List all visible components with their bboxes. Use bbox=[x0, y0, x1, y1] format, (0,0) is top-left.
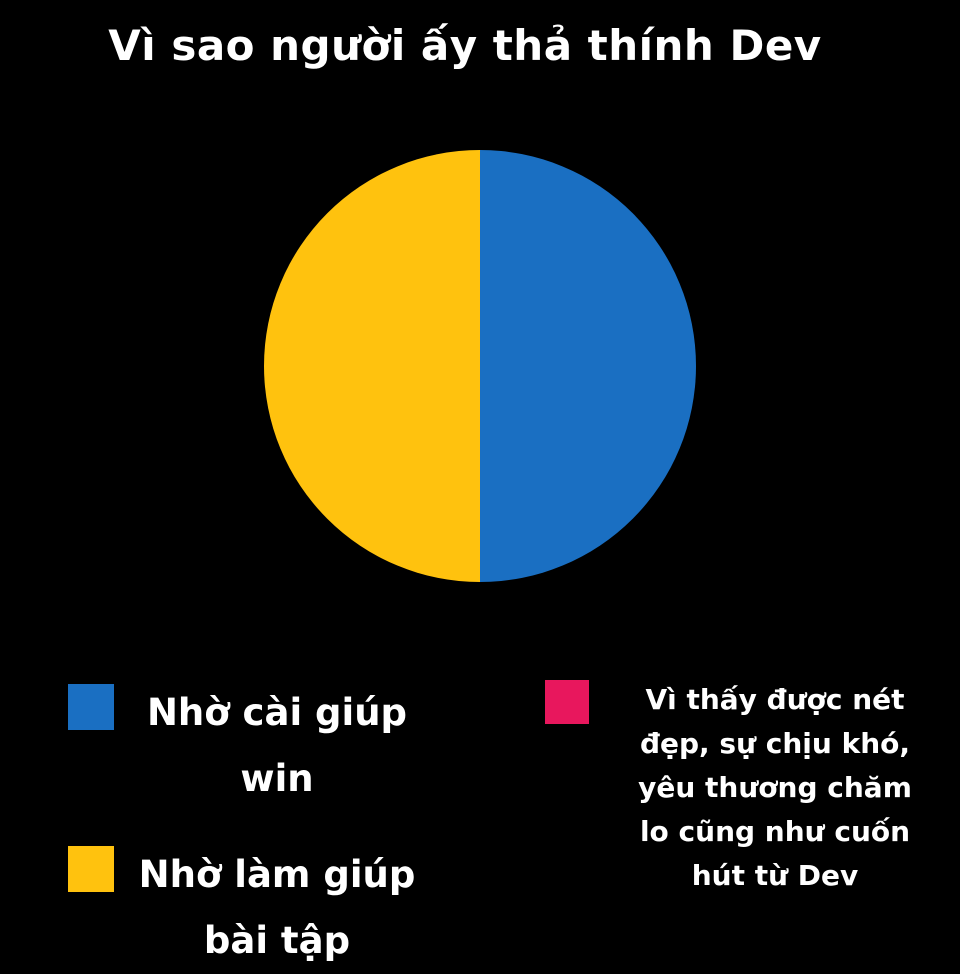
legend-label: Vì thấy được nét đẹp, sự chịu khó, yêu t… bbox=[638, 683, 912, 892]
legend-item-cai-giup-win: Nhờ cài giúp win bbox=[68, 680, 448, 800]
legend-item-net-dep-dev: Vì thấy được nét đẹp, sự chịu khó, yêu t… bbox=[545, 678, 945, 898]
legend-label: Nhờ làm giúp bài tập bbox=[138, 853, 416, 962]
pie-chart bbox=[262, 148, 698, 584]
pie-chart-svg bbox=[264, 150, 696, 582]
legend-swatch-blue bbox=[68, 684, 114, 730]
legend-label: Nhờ cài giúp win bbox=[146, 691, 408, 800]
pie-slice-0 bbox=[480, 150, 696, 582]
pie-slice-1 bbox=[264, 150, 480, 582]
legend-swatch-pink bbox=[545, 680, 589, 724]
legend-swatch-yellow bbox=[68, 846, 114, 892]
chart-title: Vì sao người ấy thả thính Dev bbox=[108, 21, 822, 70]
legend-item-lam-giup-bai-tap: Nhờ làm giúp bài tập bbox=[68, 842, 448, 962]
